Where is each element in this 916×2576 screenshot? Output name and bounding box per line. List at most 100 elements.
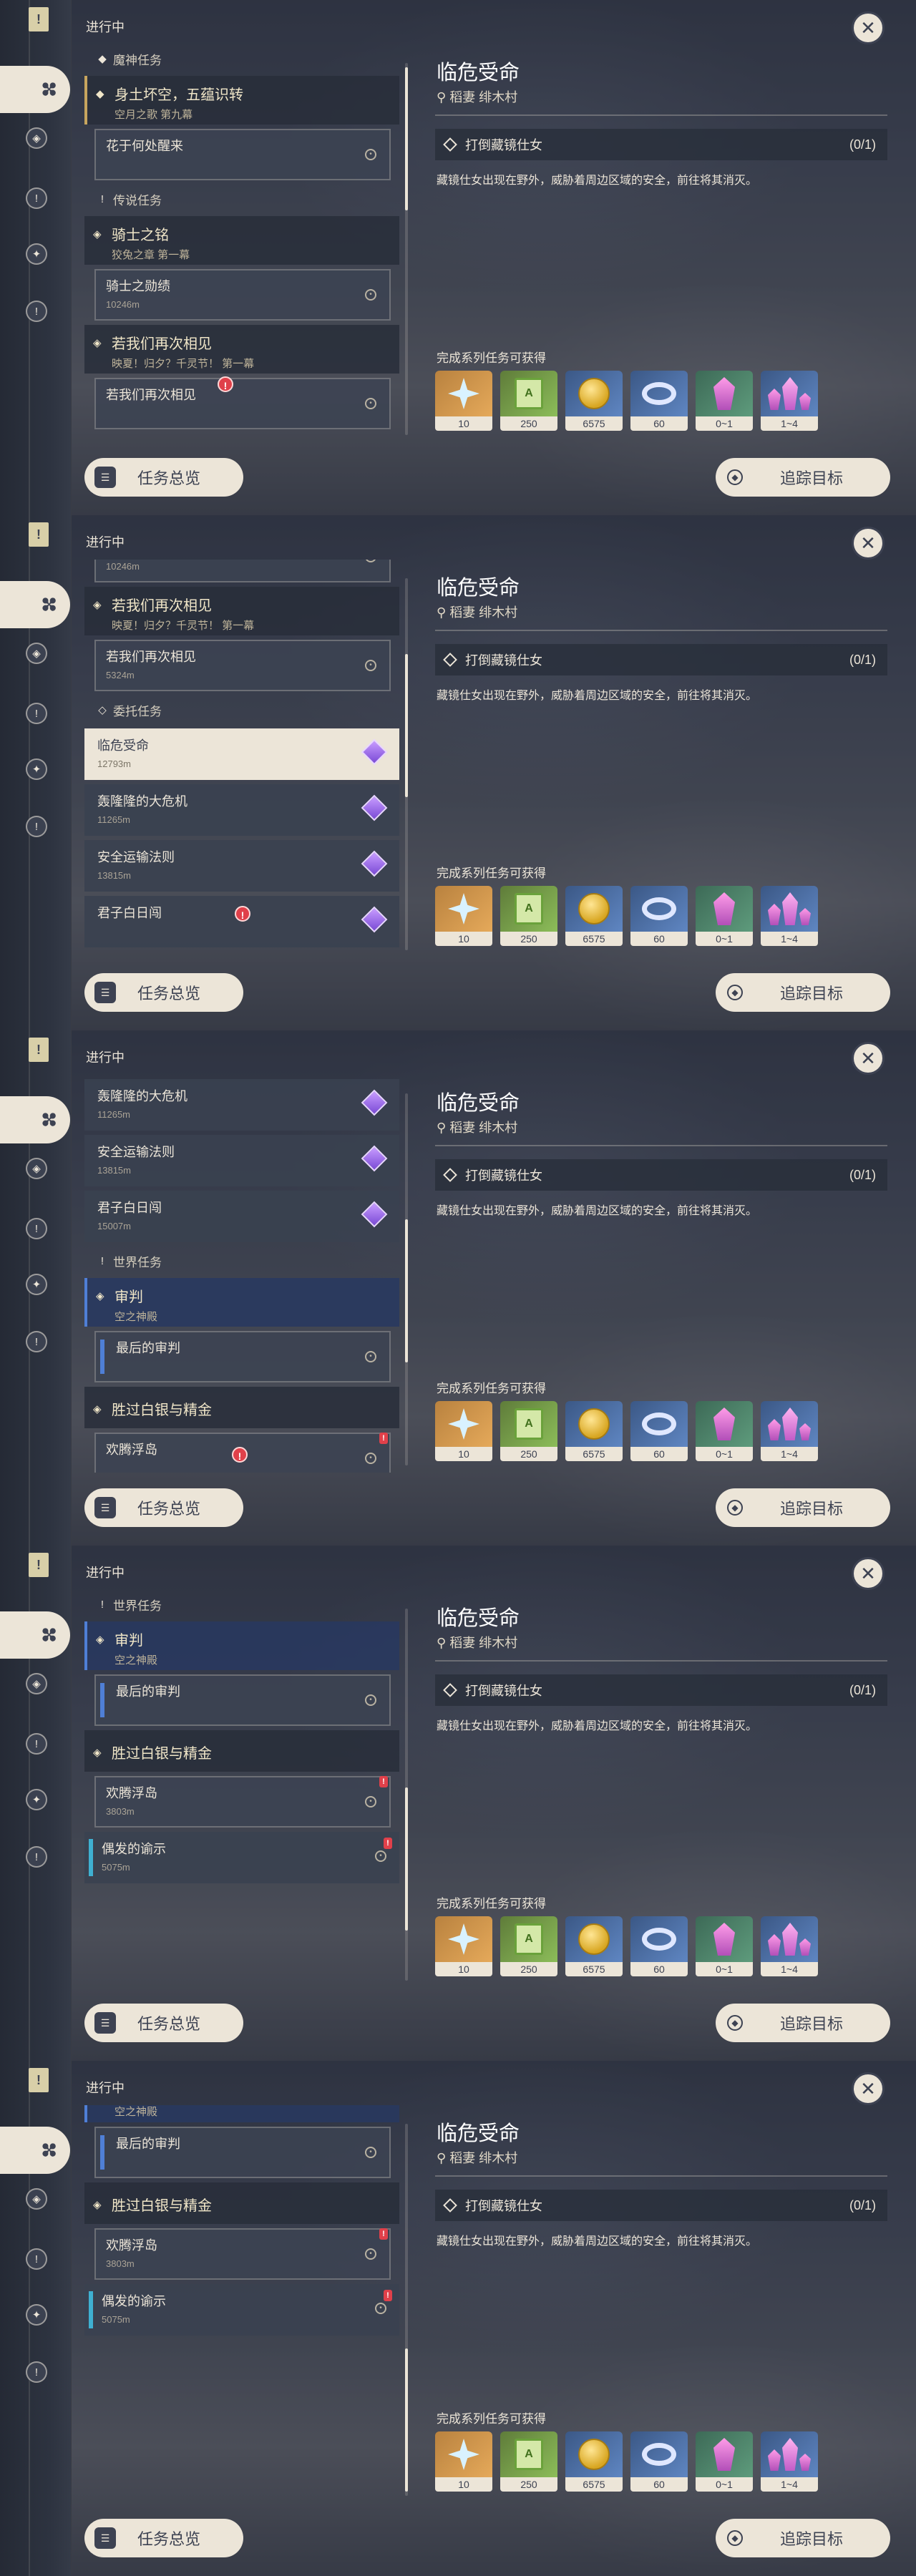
quest-group[interactable]: ◈ 若我们再次相见 映夏！归夕？千灵节！ 第一幕 — [84, 587, 399, 635]
quest-list-scrollbar[interactable] — [405, 63, 408, 435]
quest-overview-button[interactable]: ☰ 任务总览 — [84, 973, 243, 1012]
reward-item[interactable]: 0~1 — [696, 2431, 753, 2492]
map-pin-icon[interactable]: • — [375, 1850, 386, 1862]
reward-item[interactable]: A 250 — [500, 371, 557, 431]
quest-group[interactable]: ◈ 骑士之铭 狡兔之章 第一幕 — [84, 216, 399, 265]
reward-item[interactable]: 10 — [435, 886, 492, 946]
reward-item[interactable]: 1~4 — [761, 1401, 818, 1461]
scrollbar-thumb[interactable] — [405, 67, 408, 210]
map-pin-icon[interactable]: • — [365, 660, 376, 671]
sidebar-item-exclaim[interactable]: ! — [26, 703, 47, 724]
quest-book-icon[interactable]: ! — [29, 7, 49, 31]
sidebar-item-exclaim[interactable]: ! — [26, 2361, 47, 2383]
quest-book-icon[interactable]: ! — [29, 522, 49, 547]
quest-step[interactable]: 欢腾浮岛 •!! — [94, 1433, 391, 1473]
sidebar-item-exclaim[interactable]: ! — [26, 1733, 47, 1755]
map-pin-icon[interactable]: • — [365, 1453, 376, 1464]
reward-item[interactable]: 6575 — [565, 1401, 623, 1461]
reward-item[interactable]: 10 — [435, 2431, 492, 2492]
sidebar-item-world-quest[interactable]: ✦ — [26, 243, 47, 265]
quest-group[interactable]: ◈ 胜过白银与精金 — [84, 2182, 399, 2224]
quest-group[interactable]: ◈ 审判 空之神殿 — [84, 1621, 399, 1670]
quest-step[interactable]: 最后的审判 • — [94, 2127, 391, 2178]
map-pin-icon[interactable]: • — [365, 289, 376, 301]
reward-item[interactable]: A 250 — [500, 2431, 557, 2492]
map-pin-icon[interactable]: • — [365, 398, 376, 409]
sidebar-item-archon-quest[interactable]: ◈ — [26, 1158, 47, 1179]
quest-step[interactable]: 欢腾浮岛 3803m •! — [94, 1776, 391, 1828]
reward-item[interactable]: 0~1 — [696, 1401, 753, 1461]
sidebar-item-archon-quest[interactable]: ◈ — [26, 2188, 47, 2210]
reward-item[interactable]: 60 — [630, 1916, 688, 1976]
quest-book-icon[interactable]: ! — [29, 1038, 49, 1062]
sidebar-item-archon-quest[interactable]: ◈ — [26, 1673, 47, 1694]
scrollbar-thumb[interactable] — [405, 654, 408, 797]
reward-item[interactable]: 6575 — [565, 1916, 623, 1976]
sidebar-item-exclaim[interactable]: ! — [26, 301, 47, 322]
quest-group[interactable]: ◈ 胜过白银与精金 — [84, 1730, 399, 1772]
quest-step[interactable]: 最后的审判 • — [94, 1331, 391, 1382]
quest-step[interactable]: 若我们再次相见 •! — [94, 376, 391, 429]
scrollbar-thumb[interactable] — [405, 1219, 408, 1362]
map-pin-icon[interactable]: • — [365, 2248, 376, 2260]
sidebar-item-all-quests[interactable]: ✤ — [0, 1611, 70, 1659]
reward-item[interactable]: 60 — [630, 2431, 688, 2492]
quest-step[interactable]: 花于何处醒来 • — [94, 129, 391, 180]
quest-overview-button[interactable]: ☰ 任务总览 — [84, 2004, 243, 2042]
quest-book-icon[interactable]: ! — [29, 2068, 49, 2092]
reward-item[interactable]: 60 — [630, 1401, 688, 1461]
sidebar-item-world-quest[interactable]: ✦ — [26, 1274, 47, 1295]
quest-list-scrollbar[interactable] — [405, 1609, 408, 1981]
sidebar-item-exclaim[interactable]: ! — [26, 816, 47, 837]
quest-overview-button[interactable]: ☰ 任务总览 — [84, 2519, 243, 2557]
sidebar-item-all-quests[interactable]: ✤ — [0, 581, 70, 628]
map-pin-icon[interactable]: • — [365, 1694, 376, 1706]
sidebar-item-exclaim[interactable]: ! — [26, 1218, 47, 1239]
map-pin-icon[interactable]: • — [375, 2303, 386, 2314]
commission-item[interactable]: 轰隆隆的大危机 11265m — [84, 1079, 399, 1131]
reward-item[interactable]: 1~4 — [761, 371, 818, 431]
sidebar-item-world-quest[interactable]: ✦ — [26, 1789, 47, 1810]
reward-item[interactable]: 60 — [630, 886, 688, 946]
sidebar-item-exclaim[interactable]: ! — [26, 1331, 47, 1352]
map-pin-icon[interactable]: • — [365, 1351, 376, 1362]
sidebar-item-all-quests[interactable]: ✤ — [0, 2127, 70, 2174]
sidebar-item-exclaim[interactable]: ! — [26, 2248, 47, 2270]
quest-list-scrollbar[interactable] — [405, 1093, 408, 1465]
reward-item[interactable]: 1~4 — [761, 2431, 818, 2492]
reward-item[interactable]: 0~1 — [696, 371, 753, 431]
reward-item[interactable]: 10 — [435, 1916, 492, 1976]
reward-item[interactable]: 0~1 — [696, 886, 753, 946]
commission-item[interactable]: 安全运输法则 13815m — [84, 840, 399, 892]
quest-step[interactable]: 最后的审判 • — [94, 1674, 391, 1726]
reward-item[interactable]: 10 — [435, 1401, 492, 1461]
reward-item[interactable]: 10 — [435, 371, 492, 431]
map-pin-icon[interactable]: • — [365, 2147, 376, 2158]
commission-item[interactable]: 君子白日闯 15007m — [84, 1191, 399, 1242]
quest-group[interactable]: ◆ 身土坏空，五蕴识转 空月之歌 第九幕 — [84, 76, 399, 125]
quest-step[interactable]: 骑士之勋绩10246m• — [94, 269, 391, 321]
reward-item[interactable]: A 250 — [500, 1916, 557, 1976]
sidebar-item-archon-quest[interactable]: ◈ — [26, 127, 47, 149]
quest-group[interactable]: ◈ 若我们再次相见 映夏！归夕？千灵节！ 第一幕 — [84, 325, 399, 374]
quest-group[interactable]: ◈ 审判 空之神殿 — [84, 1278, 399, 1327]
reward-item[interactable]: 6575 — [565, 886, 623, 946]
commission-item[interactable]: 偶发的谕示 5075m •! — [84, 1832, 399, 1883]
scrollbar-thumb[interactable] — [405, 2348, 408, 2492]
quest-overview-button[interactable]: ☰ 任务总览 — [84, 458, 243, 497]
quest-group[interactable]: ◈ 胜过白银与精金 — [84, 1387, 399, 1428]
reward-item[interactable]: 0~1 — [696, 1916, 753, 1976]
reward-item[interactable]: A 250 — [500, 1401, 557, 1461]
commission-item[interactable]: 偶发的谕示 5075m •! — [84, 2284, 399, 2336]
sidebar-item-world-quest[interactable]: ✦ — [26, 2304, 47, 2326]
reward-item[interactable]: 6575 — [565, 371, 623, 431]
sidebar-item-world-quest[interactable]: ✦ — [26, 758, 47, 780]
quest-step[interactable]: 骑士之勋绩10246m• — [94, 560, 391, 582]
reward-item[interactable]: 6575 — [565, 2431, 623, 2492]
quest-list-scrollbar[interactable] — [405, 2124, 408, 2496]
sidebar-item-all-quests[interactable]: ✤ — [0, 1096, 70, 1143]
sidebar-item-all-quests[interactable]: ✤ — [0, 66, 70, 113]
sidebar-item-exclaim[interactable]: ! — [26, 187, 47, 209]
reward-item[interactable]: 60 — [630, 371, 688, 431]
map-pin-icon[interactable]: • — [365, 149, 376, 160]
